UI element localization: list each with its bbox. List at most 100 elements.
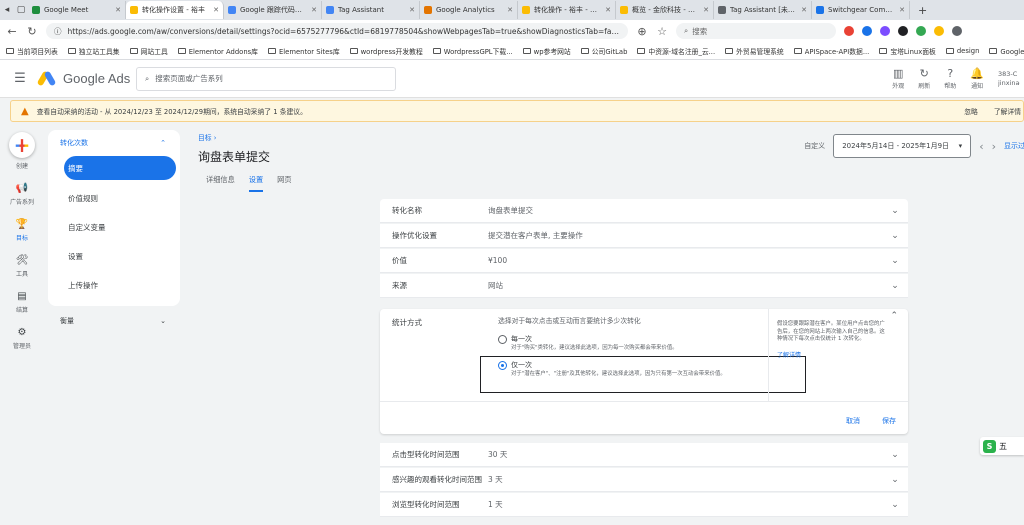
show-period-link[interactable]: 显示过去 (1004, 141, 1024, 151)
extension-icon[interactable] (916, 26, 926, 36)
date-range-picker[interactable]: 2024年5月14日 - 2025年1月9日 ▾ (833, 134, 972, 158)
option-once[interactable]: 仅一次 对于"潜在客户"、"注册"及其他转化，建议选择此选项，因为只有第一次互动… (498, 360, 751, 378)
star-icon[interactable]: ☆ (656, 25, 668, 38)
setting-row[interactable]: 来源 网站 ⌄ (380, 274, 908, 298)
browser-tab[interactable]: Tag Assistant [未连接] ✕ (714, 1, 812, 19)
subnav-item[interactable]: 自定义变量 (48, 213, 180, 242)
learn-details-link[interactable]: 了解详情 (994, 106, 1021, 116)
chevron-down-icon[interactable]: ⌄ (882, 500, 908, 510)
site-info-icon[interactable]: ⓘ (54, 26, 62, 37)
rail-item[interactable]: 🛠 工具 (10, 255, 34, 278)
header-tool-refresh[interactable]: ↻ 刷新 (918, 68, 930, 90)
back-icon[interactable]: ← (6, 25, 18, 38)
option-every[interactable]: 每一次 对于"购买"类转化，建议选择此选项，因为每一次购买都会带来价值。 (498, 334, 751, 352)
close-icon[interactable]: ✕ (703, 6, 709, 14)
radio-every[interactable] (498, 335, 507, 344)
bookmark-item[interactable]: 公司GitLab (580, 46, 627, 56)
bookmark-item[interactable]: Elementor Sites库 (267, 46, 340, 56)
bookmark-item[interactable]: 网站工具 (129, 46, 168, 56)
setting-row[interactable]: 价值 ¥100 ⌄ (380, 249, 908, 273)
chevron-down-icon[interactable]: ⌄ (882, 231, 908, 241)
subnav-item[interactable]: 价值规则 (48, 184, 180, 213)
url-field[interactable]: ⓘ https://ads.google.com/aw/conversions/… (46, 23, 628, 39)
back-profile-icon[interactable]: ◂ (0, 5, 14, 15)
save-button[interactable]: 保存 (882, 416, 896, 426)
rail-item[interactable]: 📢 广告系列 (10, 183, 34, 206)
close-icon[interactable]: ✕ (801, 6, 807, 14)
browser-search-field[interactable]: ⌕ 搜索 (676, 23, 836, 39)
extension-icon[interactable] (934, 26, 944, 36)
bookmark-item[interactable]: APISpace-API数据... (793, 46, 869, 56)
menu-icon[interactable]: ☰ (0, 71, 40, 86)
extension-icon[interactable] (880, 26, 890, 36)
browser-tab[interactable]: 概览 - 金欣科技 - Goo ✕ (616, 1, 714, 19)
input-method-widget[interactable]: S 五 (980, 437, 1024, 455)
create-button[interactable]: + (9, 132, 35, 158)
browser-tab[interactable]: 转化操作 - 裕丰 - Goo ✕ (518, 1, 616, 19)
header-tool-chart[interactable]: ▥ 外观 (892, 68, 904, 90)
chevron-down-icon[interactable]: ⌄ (882, 281, 908, 291)
reload-icon[interactable]: ↻ (26, 25, 38, 38)
browser-tab[interactable]: Switchgear Componen ✕ (812, 1, 910, 19)
rail-item[interactable]: ▤ 结算 (10, 291, 34, 314)
extension-icon[interactable] (844, 26, 854, 36)
bookmark-item[interactable]: WordpressGPL下载... (432, 46, 513, 56)
close-icon[interactable]: ✕ (213, 6, 219, 14)
tab-list-icon[interactable]: ▢ (14, 5, 28, 15)
close-icon[interactable]: ✕ (899, 6, 905, 14)
chevron-down-icon[interactable]: ⌄ (882, 206, 908, 216)
bookmark-item[interactable]: wordpress开发教程 (349, 46, 423, 56)
bookmark-item[interactable]: 外贸易管理系统 (725, 46, 784, 56)
bookmark-item[interactable]: 当前项目列表 (6, 46, 58, 56)
radio-once[interactable] (498, 361, 507, 370)
close-icon[interactable]: ✕ (507, 6, 513, 14)
bookmark-item[interactable]: wp参考网站 (522, 46, 571, 56)
browser-tab[interactable]: 转化操作设置 - 裕丰 ✕ (126, 1, 224, 19)
setting-row[interactable]: 浏览型转化时间范围 1 天 ⌄ (380, 493, 908, 517)
page-tab[interactable]: 网页 (277, 175, 291, 192)
google-ads-logo[interactable]: Google Ads (36, 70, 136, 87)
rail-item[interactable]: ⚙ 管理员 (10, 327, 34, 350)
close-icon[interactable]: ✕ (605, 6, 611, 14)
measure-section-header[interactable]: 衡量 ⌄ (48, 312, 180, 330)
bookmark-item[interactable]: 独立站工具集 (67, 46, 120, 56)
prev-period-icon[interactable]: ‹ (979, 140, 983, 153)
cancel-button[interactable]: 取消 (846, 416, 860, 426)
close-icon[interactable]: ✕ (115, 6, 121, 14)
chevron-up-icon[interactable]: ⌃ (890, 312, 898, 321)
conversions-section-header[interactable]: 转化次数 ⌃ (48, 130, 180, 156)
browser-tab[interactable]: Google 跟踪代码管理器 ✕ (224, 1, 322, 19)
header-tool-help[interactable]: ? 帮助 (944, 68, 956, 90)
chevron-down-icon[interactable]: ⌄ (882, 450, 908, 460)
setting-row[interactable]: 点击型转化时间范围 30 天 ⌄ (380, 443, 908, 467)
browser-tab[interactable]: Tag Assistant ✕ (322, 1, 420, 19)
header-tool-bell[interactable]: 🔔 通知 (970, 68, 984, 90)
dismiss-button[interactable]: 忽略 (964, 106, 978, 116)
setting-row[interactable]: 转化名称 询盘表单提交 ⌄ (380, 199, 908, 223)
page-tab[interactable]: 设置 (248, 175, 264, 192)
bookmark-item[interactable]: Google 翻译 (989, 46, 1024, 56)
bookmark-item[interactable]: 宝塔Linux面板 (879, 46, 936, 56)
close-icon[interactable]: ✕ (311, 6, 317, 14)
next-period-icon[interactable]: › (992, 140, 996, 153)
browser-tab[interactable]: Google Meet ✕ (28, 1, 126, 19)
bookmark-item[interactable]: Elementor Addons库 (177, 46, 258, 56)
profile-icon[interactable] (952, 26, 962, 36)
subnav-item[interactable]: 摘要 (64, 156, 176, 180)
rail-item[interactable]: 🏆 目标 (10, 219, 34, 242)
browser-tab[interactable]: Google Analytics ✕ (420, 1, 518, 19)
setting-row[interactable]: 操作优化设置 提交潜在客户表单, 主要操作 ⌄ (380, 224, 908, 248)
page-tab[interactable]: 详细信息 (206, 175, 235, 192)
close-icon[interactable]: ✕ (409, 6, 415, 14)
learn-more-link[interactable]: 了解详情 (777, 352, 900, 360)
bookmark-item[interactable]: 中资源-域名注册_云... (637, 46, 715, 56)
chevron-down-icon[interactable]: ⌄ (882, 475, 908, 485)
chevron-down-icon[interactable]: ⌄ (882, 256, 908, 266)
subnav-item[interactable]: 上传操作 (48, 271, 180, 300)
account-switcher[interactable]: 383-Cjinxinad (998, 70, 1020, 88)
subnav-item[interactable]: 设置 (48, 242, 180, 271)
bookmark-item[interactable]: design (945, 47, 979, 55)
zoom-icon[interactable]: ⊕ (636, 25, 648, 38)
ads-search-input[interactable]: ⌕ 搜索页面或广告系列 (136, 66, 396, 91)
breadcrumb[interactable]: 目标 › (198, 132, 216, 142)
